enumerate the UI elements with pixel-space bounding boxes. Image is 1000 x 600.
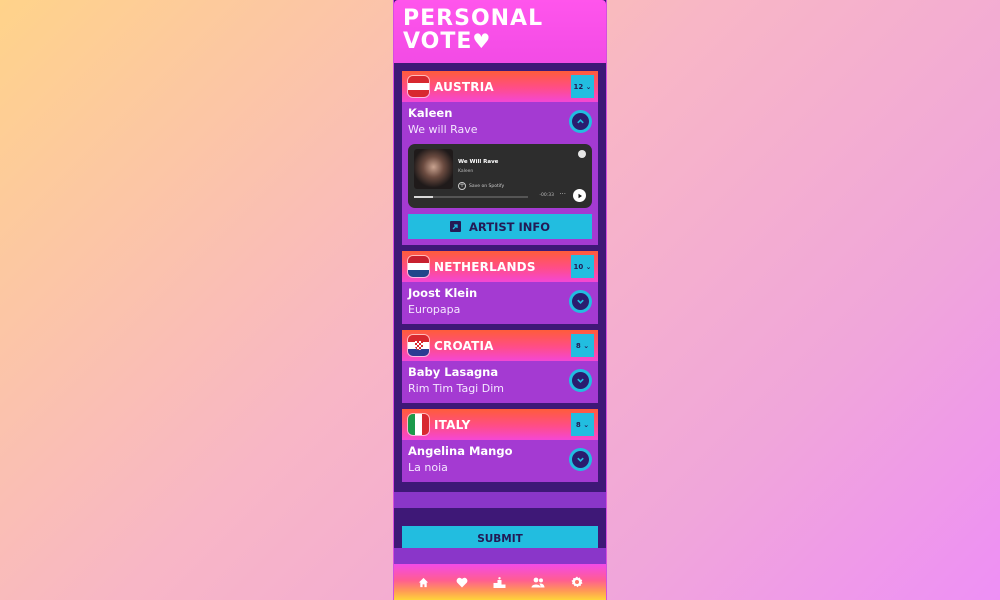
heart-icon[interactable] <box>455 575 469 589</box>
points-select[interactable]: 12 ⌄ <box>571 75 594 98</box>
card-body: Kaleen We will Rave We Will Rave Kaleen … <box>402 102 598 245</box>
more-options-button[interactable]: ··· <box>559 190 566 198</box>
play-icon <box>578 193 582 198</box>
external-link-icon <box>449 221 461 232</box>
heart-icon: ♥ <box>472 29 492 53</box>
album-cover <box>414 149 453 189</box>
song-title: Europapa <box>408 303 461 316</box>
points-select[interactable]: 10 ⌄ <box>571 255 594 278</box>
vote-card-italy: ITALY 8 ⌄ Angelina Mango La noia <box>402 409 598 482</box>
expand-toggle-button[interactable] <box>569 290 592 313</box>
chevron-down-icon <box>577 378 584 383</box>
users-icon[interactable] <box>531 575 545 589</box>
artist-info-label: ARTIST INFO <box>468 219 551 234</box>
country-name: NETHERLANDS <box>434 259 536 274</box>
card-body: Baby Lasagna Rim Tim Tagi Dim <box>402 361 598 403</box>
save-label: Save on Spotify <box>469 183 505 189</box>
plus-circle-icon: + <box>458 182 466 190</box>
spotify-player: We Will Rave Kaleen + Save on Spotify -0… <box>408 144 592 208</box>
player-track-title: We Will Rave <box>458 159 499 165</box>
bottom-nav <box>394 564 606 600</box>
expand-toggle-button[interactable] <box>569 369 592 392</box>
card-body: Joost Klein Europapa <box>402 282 598 324</box>
vote-card-austria: AUSTRIA 12 ⌄ Kaleen We will Rave We Will… <box>402 71 598 245</box>
netherlands-flag-icon <box>407 255 430 278</box>
card-header: NETHERLANDS 10 ⌄ <box>402 251 598 282</box>
title-line-2: VOTE <box>403 29 473 54</box>
artist-info-button[interactable]: ARTIST INFO <box>408 214 592 239</box>
divider-strip <box>394 548 606 564</box>
artist-name: Baby Lasagna <box>408 365 499 379</box>
chevron-down-icon <box>577 457 584 462</box>
artist-name: Joost Klein <box>408 286 478 300</box>
vote-card-netherlands: NETHERLANDS 10 ⌄ Joost Klein Europapa <box>402 251 598 324</box>
country-name: CROATIA <box>434 338 494 353</box>
podium-icon[interactable] <box>493 575 507 589</box>
app-screen: PERSONAL VOTE♥ AUSTRIA 12 ⌄ Kaleen We wi… <box>393 0 607 600</box>
player-artist: Kaleen <box>458 169 474 174</box>
expand-toggle-button[interactable] <box>569 448 592 471</box>
time-remaining: -00:33 <box>539 193 554 198</box>
song-title: La noia <box>408 461 448 474</box>
chevron-up-icon <box>577 119 584 124</box>
spotify-icon[interactable] <box>578 150 586 158</box>
settings-icon[interactable] <box>570 575 584 589</box>
save-on-spotify-button[interactable]: + Save on Spotify <box>458 182 504 190</box>
song-title: We will Rave <box>408 123 478 136</box>
artist-name: Kaleen <box>408 106 453 120</box>
italy-flag-icon <box>407 413 430 436</box>
song-title: Rim Tim Tagi Dim <box>408 382 504 395</box>
artist-name: Angelina Mango <box>408 444 513 458</box>
card-header: ITALY 8 ⌄ <box>402 409 598 440</box>
play-button[interactable] <box>573 189 586 202</box>
card-header: CROATIA 8 ⌄ <box>402 330 598 361</box>
country-name: ITALY <box>434 417 471 432</box>
home-icon[interactable] <box>416 575 430 589</box>
progress-fill <box>414 196 434 198</box>
title-line-1: PERSONAL <box>403 6 544 31</box>
card-body: Angelina Mango La noia <box>402 440 598 482</box>
page-title: PERSONAL VOTE♥ <box>403 7 553 53</box>
points-select[interactable]: 8 ⌄ <box>571 334 594 357</box>
card-header: AUSTRIA 12 ⌄ <box>402 71 598 102</box>
progress-bar[interactable] <box>414 196 528 198</box>
croatia-flag-icon <box>407 334 430 357</box>
vote-list: AUSTRIA 12 ⌄ Kaleen We will Rave We Will… <box>394 63 606 482</box>
austria-flag-icon <box>407 75 430 98</box>
divider-strip <box>394 492 606 508</box>
vote-card-croatia: CROATIA 8 ⌄ Baby Lasagna Rim Tim Tagi Di… <box>402 330 598 403</box>
app-header: PERSONAL VOTE♥ <box>394 0 606 63</box>
collapse-toggle-button[interactable] <box>569 110 592 133</box>
country-name: AUSTRIA <box>434 79 494 94</box>
points-select[interactable]: 8 ⌄ <box>571 413 594 436</box>
chevron-down-icon <box>577 299 584 304</box>
